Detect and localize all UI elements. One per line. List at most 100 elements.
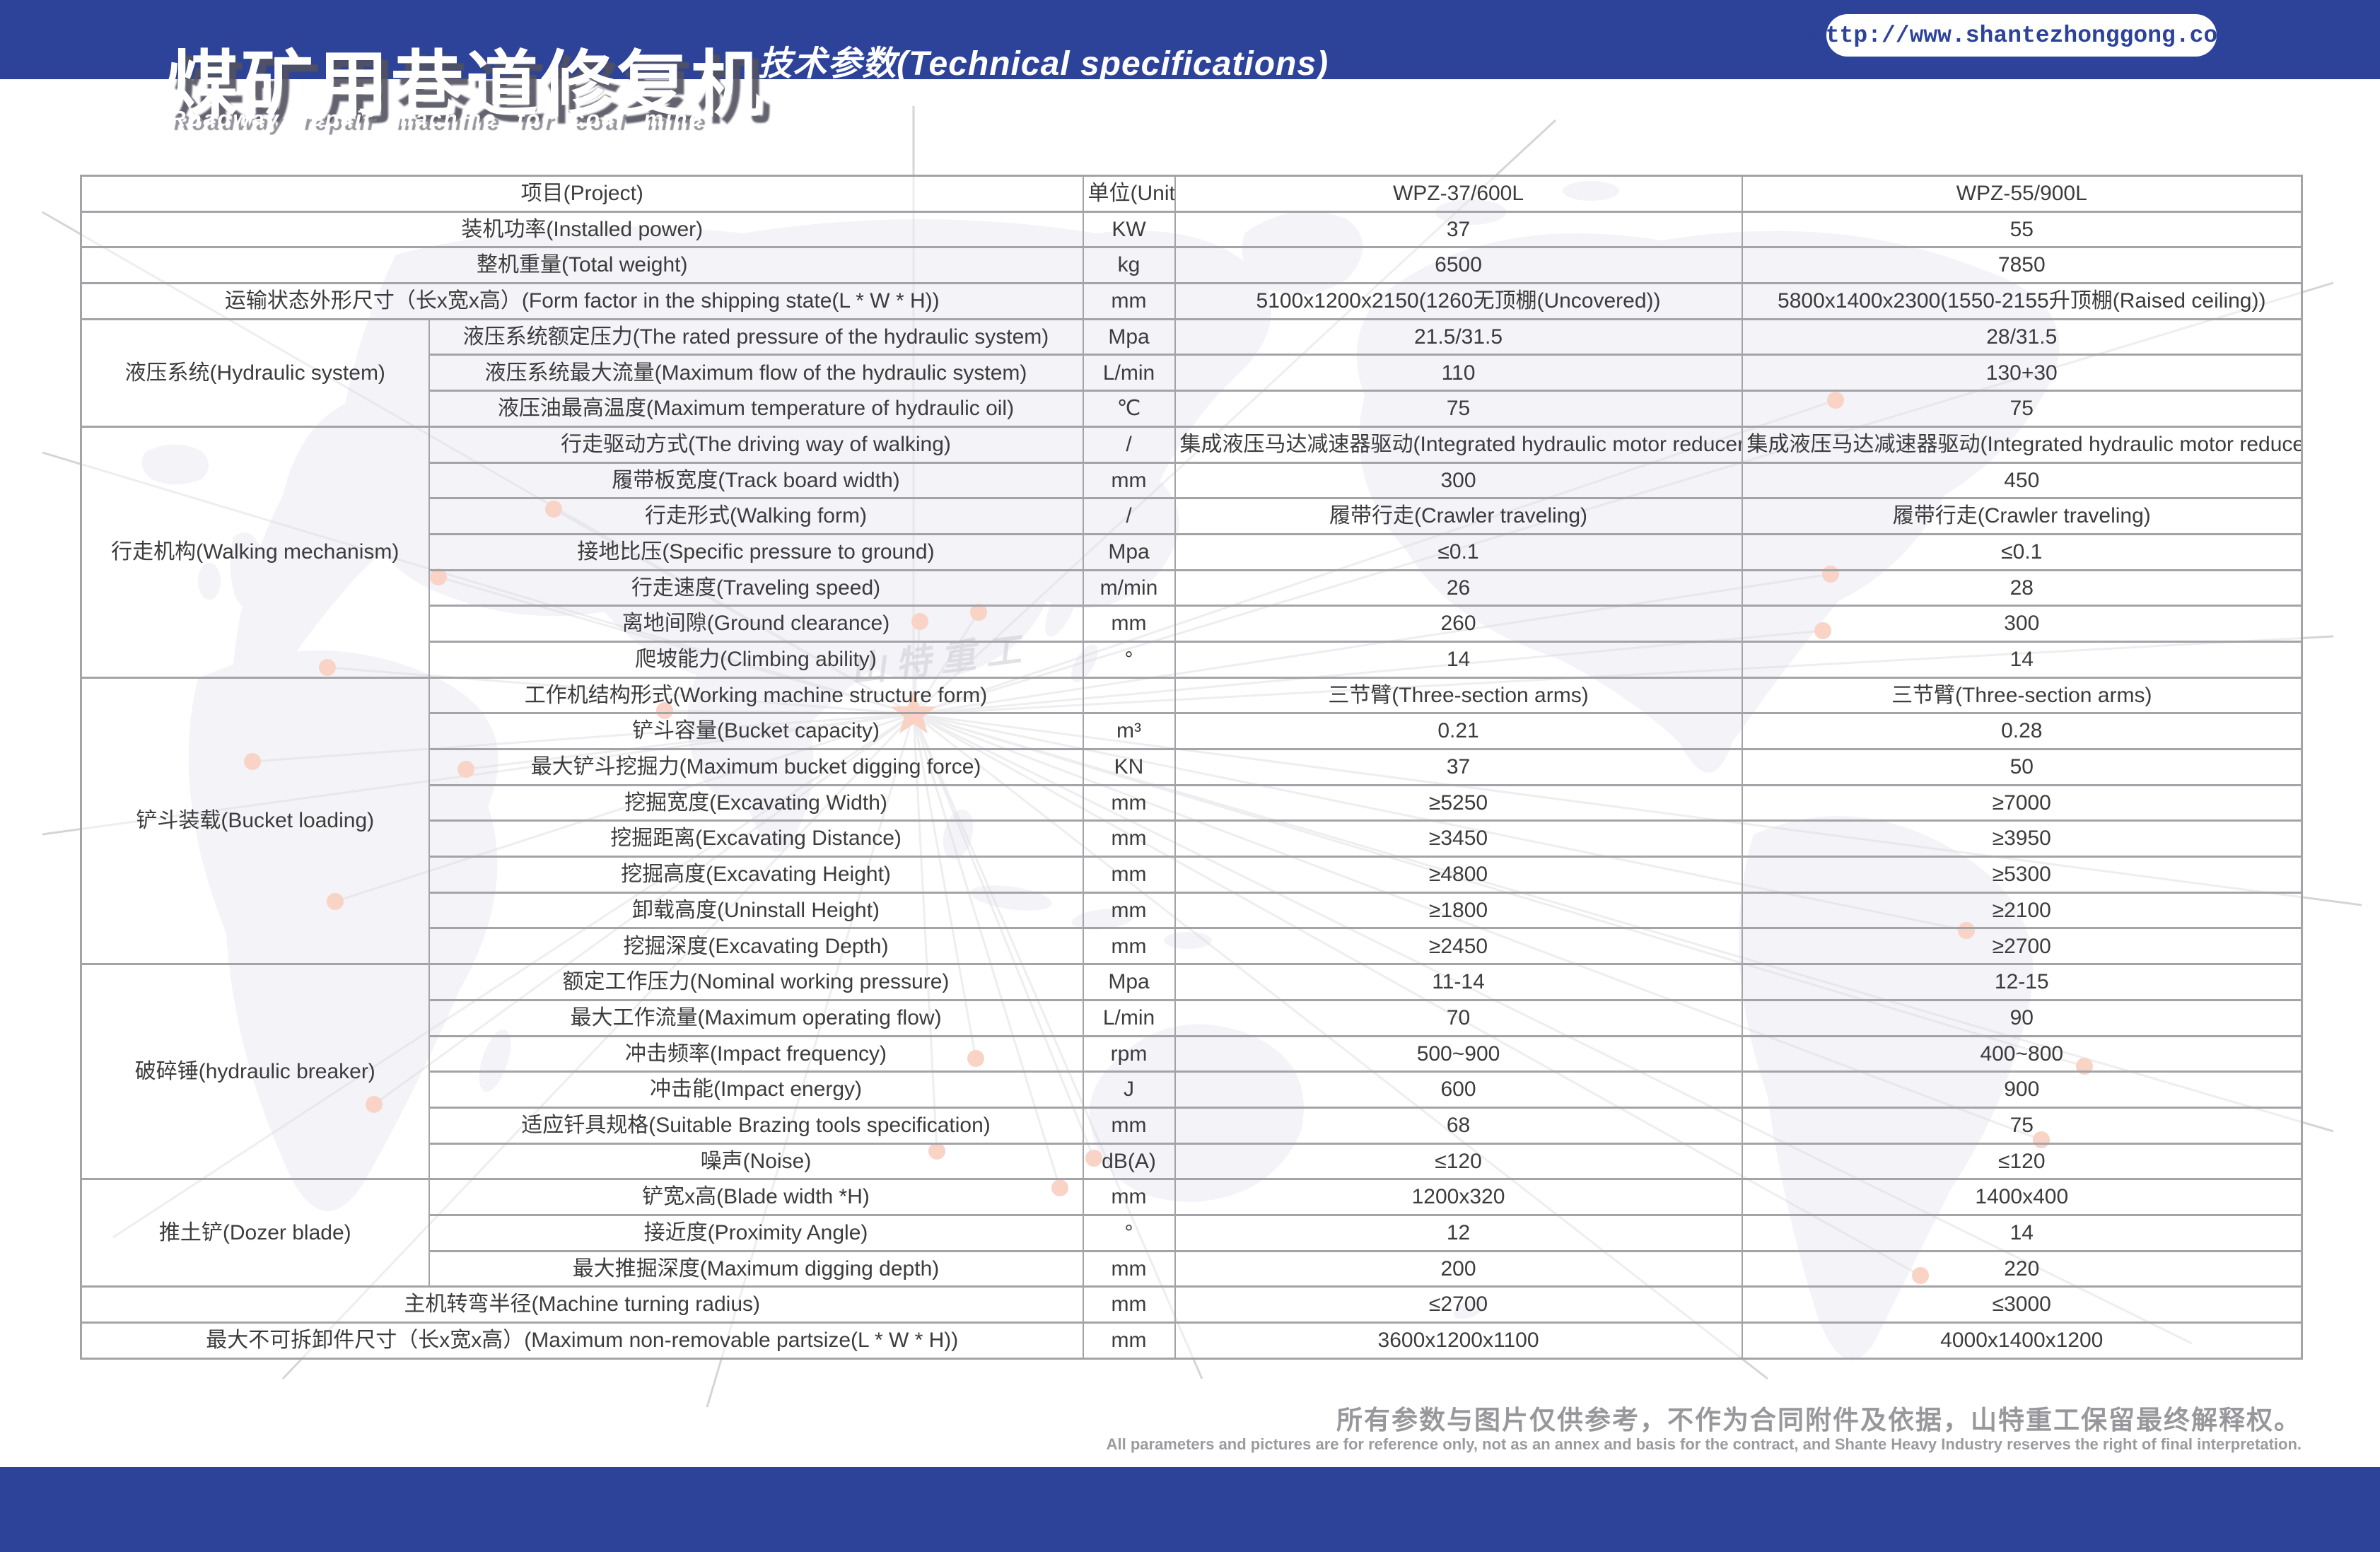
spec-value-wpz55: 28/31.5 [1742, 319, 2302, 355]
spec-unit: ° [1083, 1215, 1175, 1251]
spec-value-wpz37: ≤120 [1175, 1143, 1742, 1179]
spec-value-wpz37: ≥2450 [1175, 928, 1742, 964]
spec-label: 行走驱动方式(The driving way of walking) [429, 426, 1083, 462]
spec-value-wpz37: ≤2700 [1175, 1287, 1742, 1323]
spec-unit: mm [1083, 1179, 1175, 1215]
spec-group-label: 推土铲(Dozer blade) [81, 1179, 429, 1287]
spec-unit: Mpa [1083, 964, 1175, 1000]
spec-group-label: 破碎锤(hydraulic breaker) [81, 964, 429, 1179]
spec-label: 铲宽x高(Blade width *H) [429, 1179, 1083, 1215]
table-header-row: 项目(Project)单位(Unit)WPZ-37/600LWPZ-55/900… [81, 176, 2302, 212]
spec-label: 最大推掘深度(Maximum digging depth) [429, 1251, 1083, 1287]
column-header-project: 项目(Project) [81, 176, 1083, 212]
website-pill[interactable]: Http://www.shantezhonggong.com [1826, 14, 2217, 57]
spec-label: 装机功率(Installed power) [81, 211, 1083, 247]
spec-value-wpz37: ≥4800 [1175, 857, 1742, 893]
spec-value-wpz37: 26 [1175, 570, 1742, 606]
spec-label: 挖掘距离(Excavating Distance) [429, 821, 1083, 857]
spec-label: 主机转弯半径(Machine turning radius) [81, 1287, 1083, 1323]
spec-value-wpz37: 6500 [1175, 247, 1742, 284]
table-row: 破碎锤(hydraulic breaker)额定工作压力(Nominal wor… [81, 964, 2302, 1000]
table-row: 液压系统(Hydraulic system)液压系统额定压力(The rated… [81, 319, 2302, 355]
spec-label: 液压油最高温度(Maximum temperature of hydraulic… [429, 391, 1083, 427]
spec-label: 噪声(Noise) [429, 1143, 1083, 1179]
spec-label: 液压系统最大流量(Maximum flow of the hydraulic s… [429, 355, 1083, 391]
spec-value-wpz37: 500~900 [1175, 1036, 1742, 1072]
spec-value-wpz37: 75 [1175, 391, 1742, 427]
spec-unit: / [1083, 498, 1175, 535]
spec-value-wpz37: 37 [1175, 211, 1742, 247]
spec-unit: mm [1083, 785, 1175, 821]
spec-value-wpz37: 履带行走(Crawler traveling) [1175, 498, 1742, 535]
spec-value-wpz55: 1400x400 [1742, 1179, 2302, 1215]
spec-unit: mm [1083, 892, 1175, 928]
spec-label: 挖掘宽度(Excavating Width) [429, 785, 1083, 821]
spec-unit: mm [1083, 821, 1175, 857]
page: 煤矿用巷道修复机 Roadway repair machine for coal… [0, 0, 2380, 1552]
spec-value-wpz55: 75 [1742, 391, 2302, 427]
spec-label: 爬坡能力(Climbing ability) [429, 641, 1083, 677]
spec-value-wpz55: 900 [1742, 1072, 2302, 1108]
spec-label: 液压系统额定压力(The rated pressure of the hydra… [429, 319, 1083, 355]
spec-value-wpz55: 50 [1742, 749, 2302, 786]
spec-label: 行走形式(Walking form) [429, 498, 1083, 535]
spec-label: 挖掘高度(Excavating Height) [429, 857, 1083, 893]
spec-value-wpz55: ≥7000 [1742, 785, 2302, 821]
spec-value-wpz37: ≤0.1 [1175, 534, 1742, 570]
spec-value-wpz37: 14 [1175, 641, 1742, 677]
footer-bar [0, 1467, 2380, 1552]
spec-value-wpz37: 37 [1175, 749, 1742, 786]
spec-value-wpz37: 12 [1175, 1215, 1742, 1251]
product-title-en: Roadway repair machine for coal mine [170, 106, 704, 132]
website-url[interactable]: Http://www.shantezhonggong.com [1812, 23, 2232, 49]
spec-label: 最大工作流量(Maximum operating flow) [429, 1000, 1083, 1036]
spec-group-label: 铲斗装载(Bucket loading) [81, 677, 429, 964]
spec-unit: mm [1083, 1287, 1175, 1323]
spec-value-wpz37: ≥3450 [1175, 821, 1742, 857]
spec-label: 履带板宽度(Track board width) [429, 462, 1083, 498]
spec-value-wpz55: 55 [1742, 211, 2302, 247]
spec-unit: m/min [1083, 570, 1175, 606]
spec-table: 项目(Project)单位(Unit)WPZ-37/600LWPZ-55/900… [80, 175, 2303, 1360]
spec-unit: L/min [1083, 355, 1175, 391]
spec-value-wpz55: 集成液压马达减速器驱动(Integrated hydraulic motor r… [1742, 426, 2302, 462]
spec-value-wpz37: 300 [1175, 462, 1742, 498]
spec-value-wpz55: 450 [1742, 462, 2302, 498]
spec-value-wpz55: 14 [1742, 641, 2302, 677]
spec-value-wpz55: 300 [1742, 606, 2302, 642]
table-row: 最大不可拆卸件尺寸（长x宽x高）(Maximum non-removable p… [81, 1323, 2302, 1359]
spec-value-wpz37: 3600x1200x1100 [1175, 1323, 1742, 1359]
spec-label: 整机重量(Total weight) [81, 247, 1083, 284]
spec-unit: KW [1083, 211, 1175, 247]
spec-label: 接近度(Proximity Angle) [429, 1215, 1083, 1251]
spec-value-wpz55: ≤120 [1742, 1143, 2302, 1179]
spec-value-wpz55: ≥2700 [1742, 928, 2302, 964]
spec-unit: mm [1083, 1251, 1175, 1287]
spec-value-wpz37: 11-14 [1175, 964, 1742, 1000]
spec-value-wpz55: ≥2100 [1742, 892, 2302, 928]
spec-value-wpz55: 90 [1742, 1000, 2302, 1036]
spec-unit: mm [1083, 1107, 1175, 1143]
spec-value-wpz55: ≤3000 [1742, 1287, 2302, 1323]
spec-label: 离地间隙(Ground clearance) [429, 606, 1083, 642]
spec-label: 行走速度(Traveling speed) [429, 570, 1083, 606]
spec-label: 适应钎具规格(Suitable Brazing tools specificat… [429, 1107, 1083, 1143]
spec-label: 铲斗容量(Bucket capacity) [429, 713, 1083, 749]
spec-unit: kg [1083, 247, 1175, 284]
table-row: 整机重量(Total weight)kg65007850 [81, 247, 2302, 284]
spec-value-wpz55: 三节臂(Three-section arms) [1742, 677, 2302, 713]
spec-value-wpz37: 70 [1175, 1000, 1742, 1036]
spec-value-wpz55: 7850 [1742, 247, 2302, 284]
spec-value-wpz55: 400~800 [1742, 1036, 2302, 1072]
table-row: 推土铲(Dozer blade)铲宽x高(Blade width *H)mm12… [81, 1179, 2302, 1215]
spec-value-wpz55: 4000x1400x1200 [1742, 1323, 2302, 1359]
spec-value-wpz37: 110 [1175, 355, 1742, 391]
spec-value-wpz55: 130+30 [1742, 355, 2302, 391]
spec-label: 挖掘深度(Excavating Depth) [429, 928, 1083, 964]
spec-value-wpz37: 600 [1175, 1072, 1742, 1108]
spec-label: 工作机结构形式(Working machine structure form) [429, 677, 1083, 713]
spec-value-wpz55: 12-15 [1742, 964, 2302, 1000]
spec-value-wpz37: 21.5/31.5 [1175, 319, 1742, 355]
spec-value-wpz55: 履带行走(Crawler traveling) [1742, 498, 2302, 535]
table-row: 行走机构(Walking mechanism)行走驱动方式(The drivin… [81, 426, 2302, 462]
